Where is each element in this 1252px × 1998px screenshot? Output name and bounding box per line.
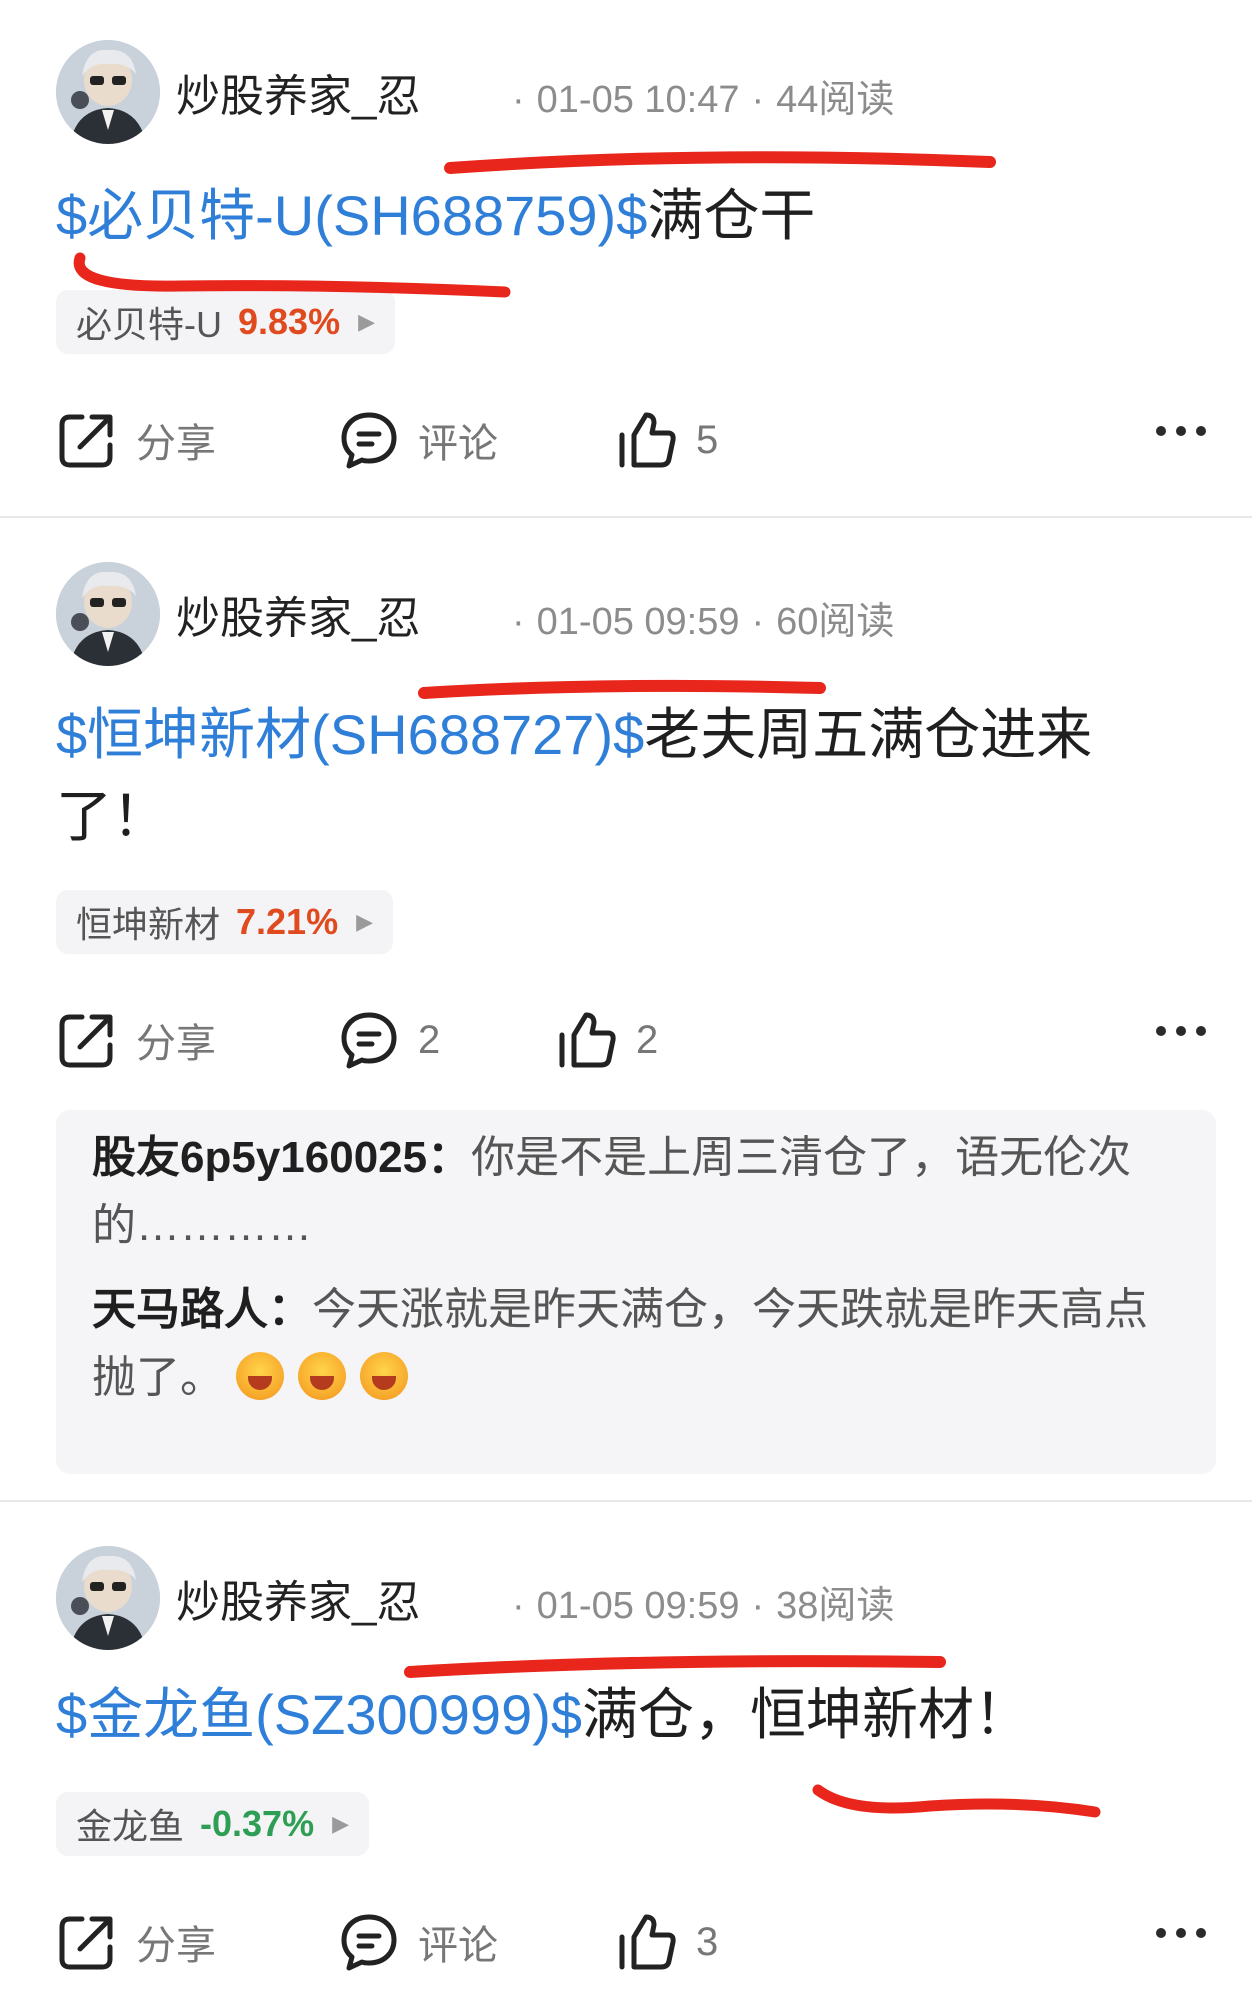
post-time: 01-05 10:47 — [536, 79, 740, 121]
read-count: 38阅读 — [776, 1585, 895, 1627]
like-count: 5 — [696, 417, 719, 462]
like-icon — [619, 412, 676, 468]
post-actions: 分享 评论 3 — [56, 1902, 1206, 1982]
stock-chip[interactable]: 必贝特-U 9.83% ▶ — [56, 290, 395, 354]
post-meta: · 01-05 09:59 · 60阅读 — [512, 601, 895, 643]
comment-icon — [341, 412, 397, 469]
post-content: $必贝特-U(SH688759)$满仓干 — [56, 175, 1176, 257]
chevron-right-icon: ▶ — [358, 309, 375, 334]
share-label: 分享 — [136, 422, 216, 466]
post-meta: · 01-05 10:47 · 44阅读 — [512, 79, 895, 121]
post-text: 满仓，恒坤新材！ — [582, 1683, 1031, 1746]
chip-change: 9.83% — [238, 301, 341, 342]
comment-preview[interactable]: 股友6p5y160025：你是不是上周三清仓了，语无伦次的………… 天马路人：今… — [56, 1110, 1216, 1474]
like-button[interactable]: 2 — [556, 1000, 658, 1080]
comment-button[interactable]: 评论 — [338, 400, 498, 480]
share-button[interactable]: 分享 — [56, 1902, 216, 1982]
comment-icon — [341, 1914, 397, 1971]
post-time: 01-05 09:59 — [536, 601, 740, 643]
chevron-right-icon: ▶ — [356, 909, 374, 934]
like-icon — [559, 1012, 616, 1068]
comment-author[interactable]: 天马路人： — [92, 1285, 312, 1334]
share-icon — [59, 1916, 113, 1970]
post-content: $金龙鱼(SZ300999)$满仓，恒坤新材！ — [56, 1674, 1176, 1756]
chip-change: 7.21% — [236, 901, 339, 942]
comment-label: 评论 — [418, 422, 498, 466]
comment-label: 评论 — [418, 1924, 498, 1968]
share-label: 分享 — [136, 1022, 216, 1066]
post-meta: · 01-05 09:59 · 38阅读 — [512, 1585, 895, 1627]
chip-stock-name: 金龙鱼 — [76, 1806, 185, 1847]
stock-chip[interactable]: 恒坤新材 7.21% ▶ — [56, 890, 394, 954]
stock-link[interactable]: $金龙鱼(SZ300999)$ — [56, 1683, 582, 1746]
post-content: $恒坤新材(SH688727)$老夫周五满仓进来了！ — [56, 694, 1176, 858]
chip-stock-name: 恒坤新材 — [76, 904, 221, 945]
stock-link[interactable]: $必贝特-U(SH688759)$ — [56, 184, 647, 247]
avatar[interactable] — [56, 562, 160, 666]
avatar[interactable] — [56, 1546, 160, 1650]
comment-button[interactable]: 2 — [338, 1000, 440, 1080]
comment-button[interactable]: 评论 — [338, 1902, 498, 1982]
avatar-image — [56, 40, 160, 144]
post-header: 炒股养家_忍 · 01-05 09:59 · 38阅读 — [56, 1546, 1206, 1650]
more-icon[interactable] — [1156, 426, 1206, 436]
post-text: 满仓干 — [647, 184, 816, 247]
post-actions: 分享 评论 5 — [56, 400, 1206, 480]
more-icon[interactable] — [1156, 1928, 1206, 1938]
like-count: 2 — [636, 1017, 659, 1062]
comment-count: 2 — [418, 1017, 441, 1062]
author-name[interactable]: 炒股养家_忍 — [176, 1566, 420, 1630]
comment-author[interactable]: 股友6p5y160025： — [92, 1133, 471, 1182]
avatar[interactable] — [56, 40, 160, 144]
like-button[interactable]: 5 — [616, 400, 718, 480]
post-time: 01-05 09:59 — [536, 1585, 740, 1627]
comment-icon — [341, 1012, 397, 1069]
laugh-emoji-icon — [360, 1352, 409, 1400]
post-actions: 分享 2 2 — [56, 1000, 1206, 1080]
comment-item[interactable]: 股友6p5y160025：你是不是上周三清仓了，语无伦次的………… — [92, 1124, 1186, 1260]
like-count: 3 — [696, 1919, 719, 1964]
stock-chip[interactable]: 金龙鱼 -0.37% ▶ — [56, 1792, 370, 1856]
like-icon — [619, 1914, 676, 1970]
share-button[interactable]: 分享 — [56, 400, 216, 480]
comment-item[interactable]: 天马路人：今天涨就是昨天满仓，今天跌就是昨天高点抛了。 — [92, 1276, 1186, 1412]
like-button[interactable]: 3 — [616, 1902, 718, 1982]
read-count: 60阅读 — [776, 601, 895, 643]
chip-change: -0.37% — [200, 1803, 315, 1844]
stock-link[interactable]: $恒坤新材(SH688727)$ — [56, 703, 644, 766]
laugh-emoji-icon — [236, 1352, 285, 1400]
post-header: 炒股养家_忍 · 01-05 10:47 · 44阅读 — [56, 40, 1206, 144]
share-icon — [59, 414, 113, 468]
author-name[interactable]: 炒股养家_忍 — [176, 582, 420, 646]
share-button[interactable]: 分享 — [56, 1000, 216, 1080]
post-divider — [0, 516, 1252, 518]
read-count: 44阅读 — [776, 79, 895, 121]
laugh-emoji-icon — [298, 1352, 347, 1400]
avatar-image — [56, 562, 160, 666]
more-icon[interactable] — [1156, 1026, 1206, 1036]
chip-stock-name: 必贝特-U — [76, 304, 222, 345]
chevron-right-icon: ▶ — [332, 1811, 350, 1836]
avatar-image — [56, 1546, 160, 1650]
post-header: 炒股养家_忍 · 01-05 09:59 · 60阅读 — [56, 562, 1206, 666]
share-label: 分享 — [136, 1924, 216, 1968]
post-divider — [0, 1500, 1252, 1502]
author-name[interactable]: 炒股养家_忍 — [176, 60, 420, 124]
share-icon — [59, 1014, 113, 1068]
